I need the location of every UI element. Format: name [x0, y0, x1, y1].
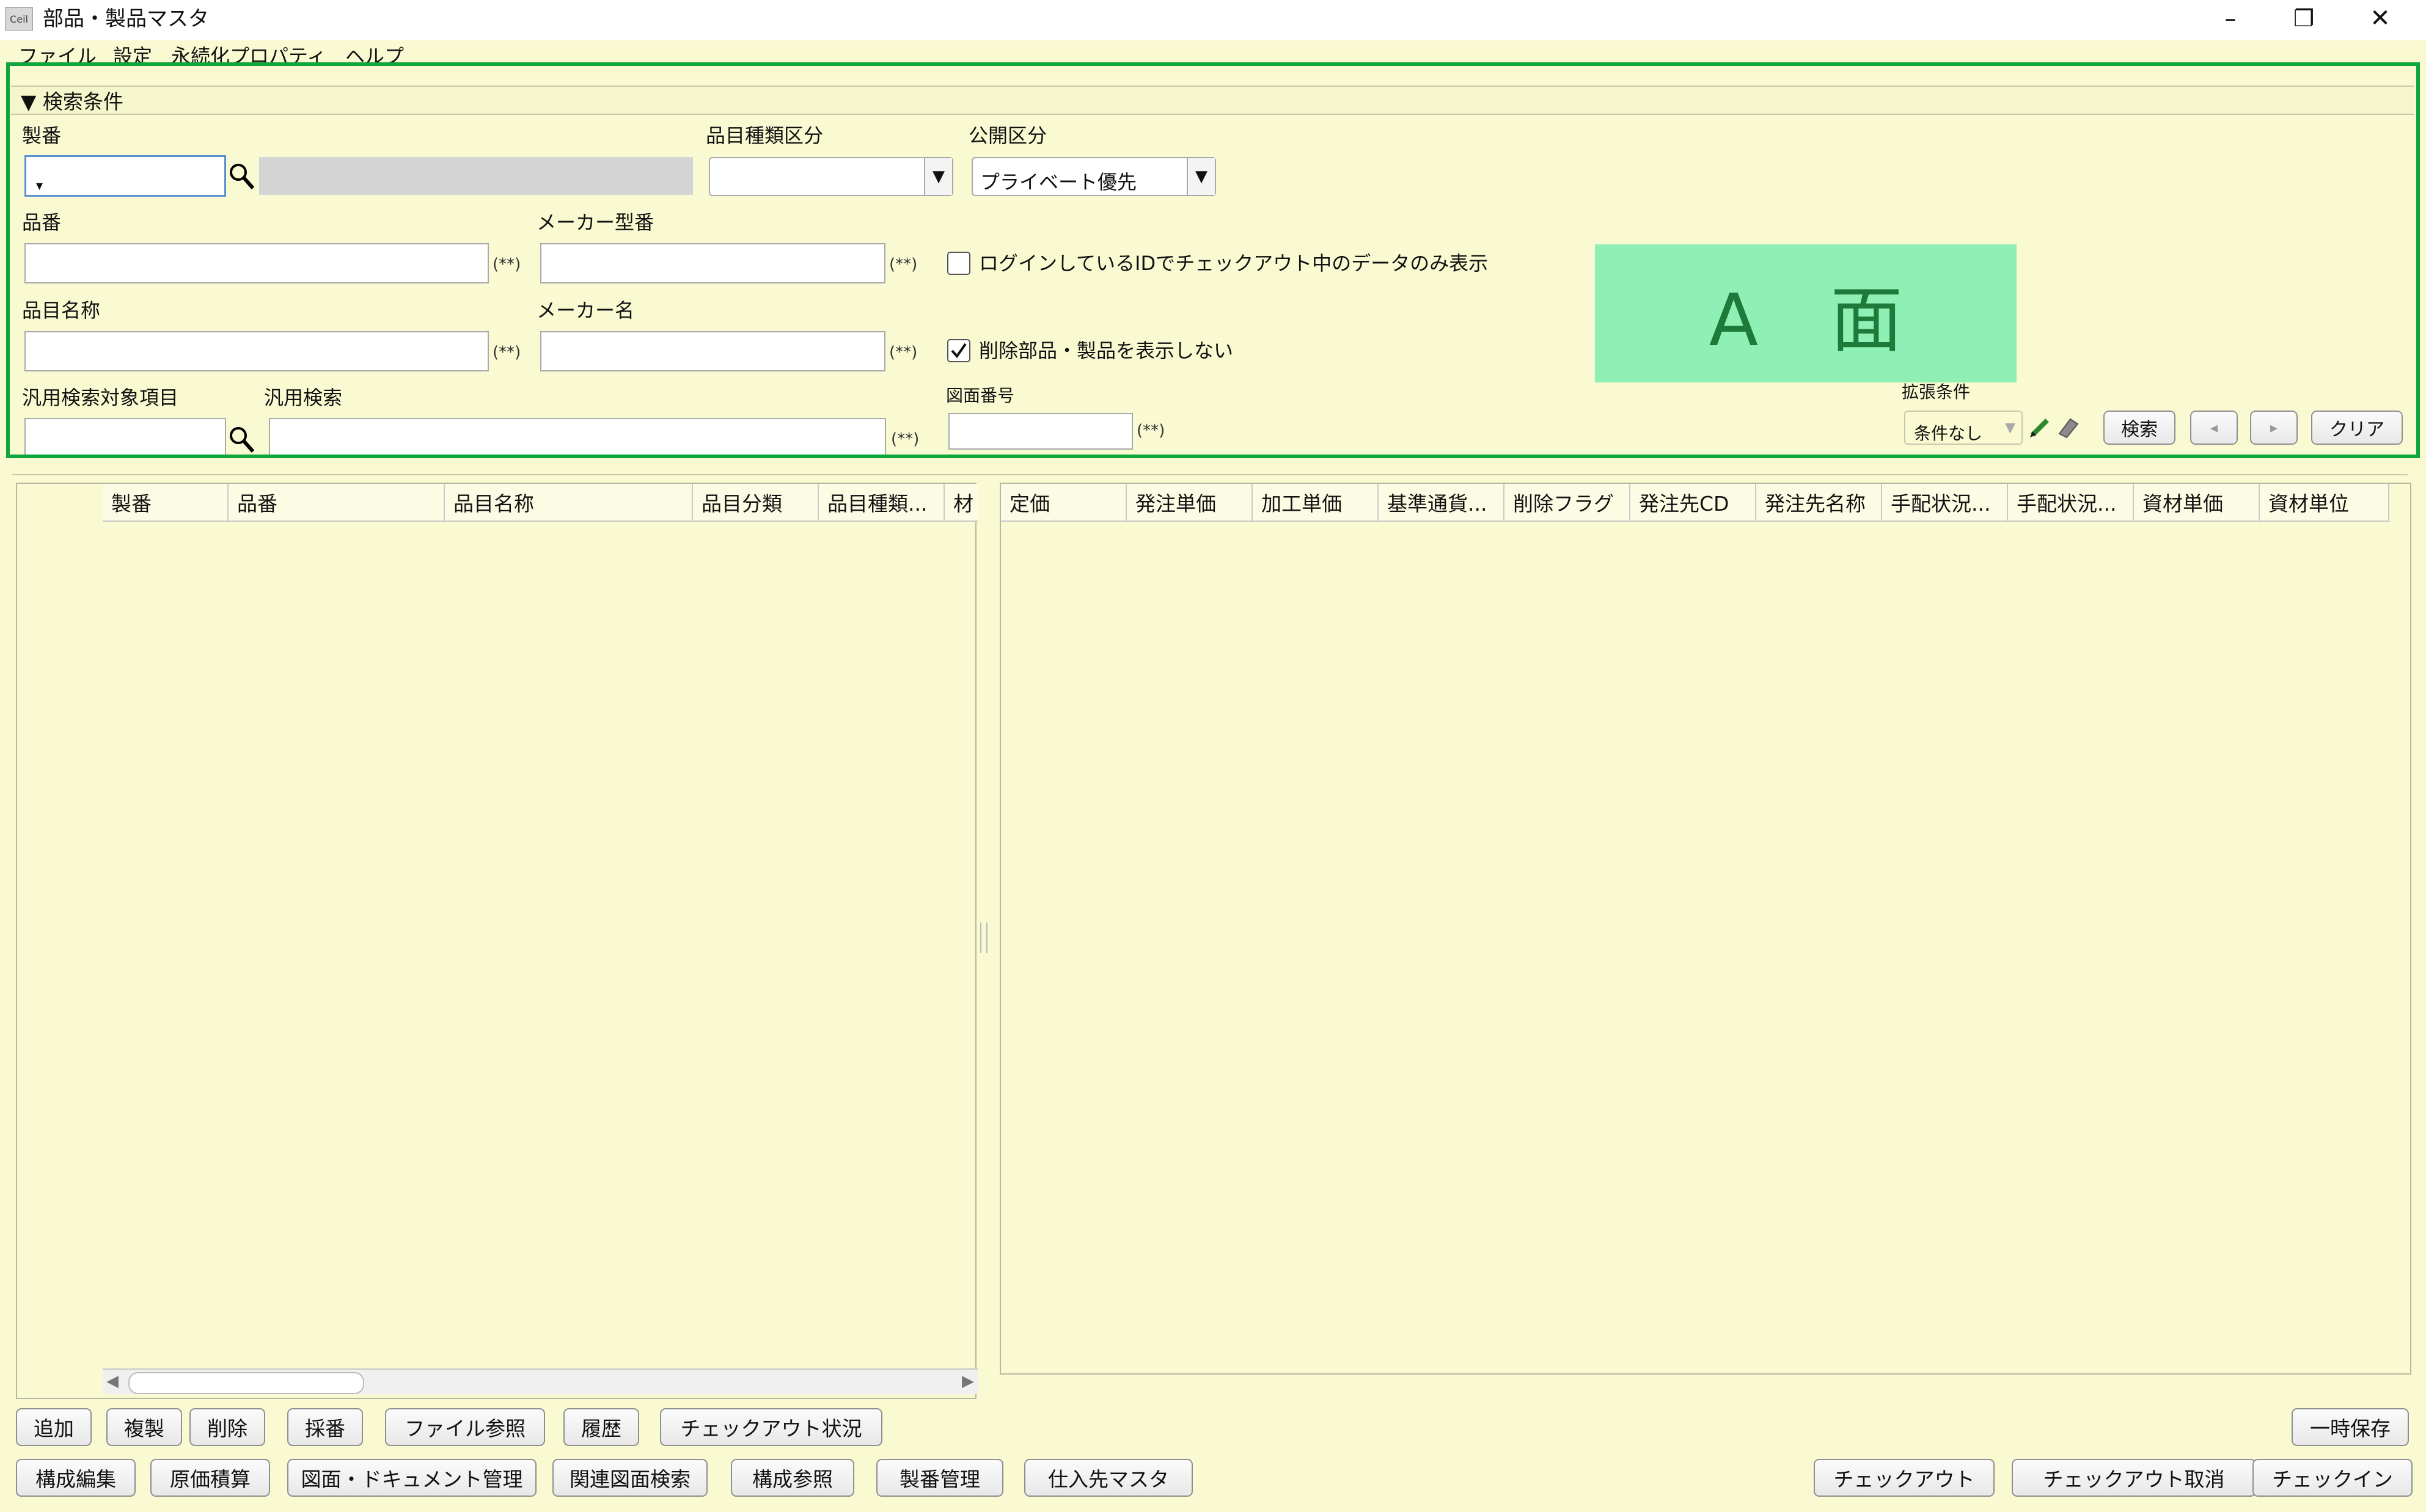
col-hacchu-tanka[interactable]: 発注単価	[1127, 484, 1253, 520]
close-button[interactable]: ✕	[2356, 0, 2405, 37]
col-teika[interactable]: 定価	[1001, 484, 1127, 520]
saiban-button[interactable]: 採番	[287, 1408, 363, 1446]
restore-button[interactable]: ❐	[2279, 0, 2328, 37]
search-panel-highlight	[6, 62, 2420, 458]
col-zai[interactable]: 材	[945, 484, 978, 520]
scroll-right-icon[interactable]: ▶	[962, 1372, 974, 1390]
structure-reference-button[interactable]: 構成参照	[731, 1459, 854, 1497]
temp-save-button[interactable]: 一時保存	[2292, 1408, 2409, 1446]
col-kako-tanka[interactable]: 加工単価	[1253, 484, 1379, 520]
file-reference-button[interactable]: ファイル参照	[385, 1408, 545, 1446]
right-table[interactable]: 定価 発注単価 加工単価 基準通貨... 削除フラグ 発注先CD 発注先名称 手…	[1000, 483, 2411, 1375]
title-bar: Ceil 部品・製品マスタ – ❐ ✕	[0, 0, 2426, 40]
seiban-management-button[interactable]: 製番管理	[876, 1459, 1003, 1497]
left-table-header: 製番 品番 品目名称 品目分類 品目種類... 材	[103, 484, 978, 522]
col-seiban[interactable]: 製番	[103, 484, 229, 520]
col-hacchusaki-meisho[interactable]: 発注先名称	[1756, 484, 1882, 520]
col-shizai-tanka[interactable]: 資材単価	[2134, 484, 2260, 520]
col-hinmoku-shurui[interactable]: 品目種類...	[819, 484, 945, 520]
scroll-left-icon[interactable]: ◀	[106, 1372, 119, 1390]
horizontal-scrollbar[interactable]: ◀ ▶	[103, 1368, 978, 1394]
related-drawing-search-button[interactable]: 関連図面検索	[552, 1459, 708, 1497]
divider	[12, 463, 2408, 475]
col-hinban[interactable]: 品番	[229, 484, 445, 520]
splitter-handle[interactable]	[980, 922, 988, 953]
minimize-button[interactable]: –	[2206, 0, 2255, 37]
scroll-thumb[interactable]	[128, 1372, 364, 1394]
col-shizai-tani[interactable]: 資材単位	[2260, 484, 2389, 520]
delete-button[interactable]: 削除	[189, 1408, 265, 1446]
window-title: 部品・製品マスタ	[43, 7, 209, 31]
left-table[interactable]: 製番 品番 品目名称 品目分類 品目種類... 材 ◀ ▶	[16, 483, 978, 1399]
col-tehai-jokyo-1[interactable]: 手配状況...	[1882, 484, 2008, 520]
col-sakujo-flag[interactable]: 削除フラグ	[1504, 484, 1630, 520]
add-button[interactable]: 追加	[16, 1408, 92, 1446]
checkout-status-button[interactable]: チェックアウト状況	[660, 1408, 882, 1446]
duplicate-button[interactable]: 複製	[106, 1408, 182, 1446]
right-table-header: 定価 発注単価 加工単価 基準通貨... 削除フラグ 発注先CD 発注先名称 手…	[1001, 484, 2389, 522]
structure-edit-button[interactable]: 構成編集	[16, 1459, 136, 1497]
checkout-button[interactable]: チェックアウト	[1814, 1459, 1995, 1497]
col-kijun-tsuka[interactable]: 基準通貨...	[1379, 484, 1504, 520]
col-hinmoku-bunrui[interactable]: 品目分類	[693, 484, 819, 520]
col-hinmoku-meisho[interactable]: 品目名称	[445, 484, 693, 520]
supplier-master-button[interactable]: 仕入先マスタ	[1024, 1459, 1193, 1497]
history-button[interactable]: 履歴	[563, 1408, 639, 1446]
col-tehai-jokyo-2[interactable]: 手配状況...	[2008, 484, 2134, 520]
checkin-button[interactable]: チェックイン	[2252, 1459, 2413, 1497]
col-hacchusaki-cd[interactable]: 発注先CD	[1630, 484, 1756, 520]
app-icon: Ceil	[5, 7, 33, 31]
cost-estimate-button[interactable]: 原価積算	[150, 1459, 270, 1497]
checkout-cancel-button[interactable]: チェックアウト取消	[2012, 1459, 2256, 1497]
drawing-document-button[interactable]: 図面・ドキュメント管理	[287, 1459, 537, 1497]
